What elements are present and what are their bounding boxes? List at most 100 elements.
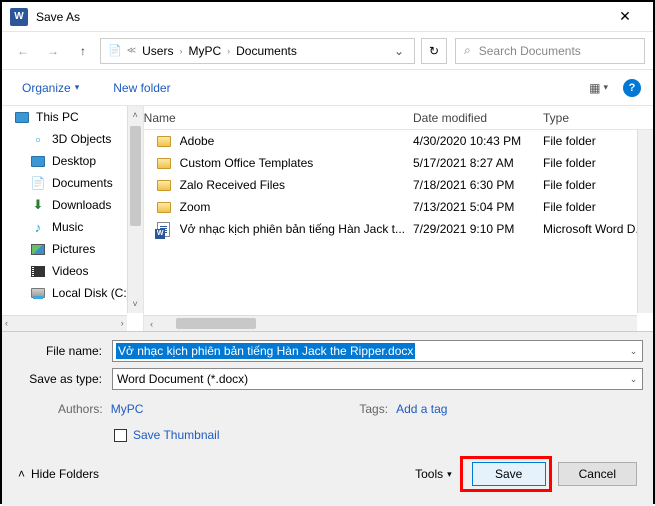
sidebar-pictures[interactable]: Pictures [2, 238, 143, 260]
new-folder-button[interactable]: New folder [105, 77, 178, 99]
music-icon: ♪ [30, 219, 46, 235]
sidebar-music[interactable]: ♪Music [2, 216, 143, 238]
folder-icon [157, 136, 171, 147]
filename-dropdown-icon[interactable]: ⌄ [624, 346, 642, 357]
search-placeholder: Search Documents [479, 44, 581, 58]
breadcrumb-dropdown-icon[interactable]: ⌄ [388, 44, 410, 58]
up-icon[interactable]: ↑ [70, 38, 96, 64]
file-date: 5/17/2021 8:27 AM [413, 156, 543, 170]
desktop-icon [31, 156, 45, 167]
hscroll-thumb[interactable] [176, 318, 256, 329]
chevron-icon: ≪ [127, 45, 136, 56]
save-button[interactable]: Save [472, 462, 546, 486]
folder-path-icon: 📄 [105, 44, 125, 57]
help-icon[interactable]: ? [623, 79, 641, 97]
authors-value[interactable]: MyPC [111, 402, 144, 416]
savetype-label: Save as type: [12, 372, 112, 386]
sidebar-3d-objects[interactable]: ▫3D Objects [2, 128, 143, 150]
dropdown-icon: ▾ [447, 469, 452, 480]
word-app-icon: W [10, 8, 28, 26]
breadcrumb-seg-documents[interactable]: Documents [232, 42, 301, 60]
close-icon[interactable]: ✕ [605, 2, 645, 32]
column-headers: Name Date modified Type [144, 106, 653, 130]
file-date: 7/18/2021 6:30 PM [413, 178, 543, 192]
refresh-icon[interactable]: ↻ [421, 38, 447, 64]
scroll-right-icon[interactable]: › [121, 318, 124, 328]
cancel-button[interactable]: Cancel [558, 462, 637, 486]
search-input[interactable]: ⌕ Search Documents [455, 38, 645, 64]
authors-label: Authors: [58, 402, 103, 416]
save-highlight: Save [460, 456, 552, 492]
sidebar-scrollbar[interactable]: ˄ ˅ [127, 106, 143, 313]
col-date-header[interactable]: Date modified [413, 107, 543, 129]
sidebar: This PC ▫3D Objects Desktop 📄Documents ⬇… [2, 106, 144, 331]
sidebar-videos[interactable]: Videos [2, 260, 143, 282]
save-thumbnail-label[interactable]: Save Thumbnail [133, 428, 220, 442]
col-type-header[interactable]: Type [543, 107, 653, 129]
titlebar: W Save As ✕ [2, 2, 653, 32]
hide-folders-button[interactable]: ˄ Hide Folders [18, 467, 99, 481]
chevron-right-icon: › [227, 46, 230, 56]
sidebar-desktop[interactable]: Desktop [2, 150, 143, 172]
scroll-up-icon[interactable]: ˄ [128, 106, 143, 124]
3d-objects-icon: ▫ [30, 131, 46, 147]
videos-icon [31, 266, 45, 277]
savetype-field[interactable]: Word Document (*.docx) ⌄ [112, 368, 643, 390]
chevron-right-icon: › [179, 46, 182, 56]
content-hscrollbar[interactable]: ‹ [144, 315, 637, 331]
file-row[interactable]: Adobe4/30/2020 10:43 PMFile folder [144, 130, 653, 152]
main-area: This PC ▫3D Objects Desktop 📄Documents ⬇… [2, 106, 653, 331]
folder-icon [157, 180, 171, 191]
scroll-down-icon[interactable]: ˅ [128, 295, 143, 313]
back-icon[interactable]: ← [10, 38, 36, 64]
col-name-header[interactable]: Name [144, 107, 413, 129]
downloads-icon: ⬇ [30, 197, 46, 213]
scroll-left-icon[interactable]: ‹ [5, 318, 8, 328]
file-name: Zoom [180, 200, 413, 214]
view-icon: ▦ [589, 81, 600, 95]
file-name: Vở nhạc kịch phiên bản tiếng Hàn Jack t.… [180, 222, 413, 236]
drive-icon [31, 288, 45, 298]
save-thumbnail-checkbox[interactable] [114, 429, 127, 442]
savetype-dropdown-icon[interactable]: ⌄ [624, 374, 642, 385]
file-row[interactable]: Zalo Received Files7/18/2021 6:30 PMFile… [144, 174, 653, 196]
sidebar-local-disk[interactable]: Local Disk (C:) [2, 282, 143, 304]
file-list: Name Date modified Type Adobe4/30/2020 1… [144, 106, 653, 331]
content-scrollbar[interactable] [637, 130, 653, 313]
file-row[interactable]: Custom Office Templates5/17/2021 8:27 AM… [144, 152, 653, 174]
file-date: 7/29/2021 9:10 PM [413, 222, 543, 236]
sidebar-downloads[interactable]: ⬇Downloads [2, 194, 143, 216]
file-name: Custom Office Templates [180, 156, 413, 170]
scroll-left-icon[interactable]: ‹ [144, 316, 160, 331]
toolbar: Organize▾ New folder ▦▾ ? [2, 70, 653, 106]
sidebar-this-pc[interactable]: This PC [2, 106, 143, 128]
breadcrumb-seg-mypc[interactable]: MyPC [184, 42, 225, 60]
folder-icon [157, 158, 171, 169]
filename-label: File name: [12, 344, 112, 358]
sidebar-hscrollbar[interactable]: ‹ › [2, 315, 127, 331]
dropdown-icon: ▾ [75, 82, 80, 93]
nav-bar: ← → ↑ 📄 ≪ Users › MyPC › Documents ⌄ ↻ ⌕… [2, 32, 653, 70]
filename-field[interactable]: Vở nhạc kịch phiên bản tiếng Hàn Jack th… [112, 340, 643, 362]
filename-value[interactable]: Vở nhạc kịch phiên bản tiếng Hàn Jack th… [116, 343, 415, 359]
pictures-icon [31, 244, 45, 255]
file-row[interactable]: Zoom7/13/2021 5:04 PMFile folder [144, 196, 653, 218]
bottom-panel: File name: Vở nhạc kịch phiên bản tiếng … [2, 331, 653, 506]
file-row[interactable]: Vở nhạc kịch phiên bản tiếng Hàn Jack t.… [144, 218, 653, 240]
file-date: 7/13/2021 5:04 PM [413, 200, 543, 214]
breadcrumb[interactable]: 📄 ≪ Users › MyPC › Documents ⌄ [100, 38, 415, 64]
view-options-button[interactable]: ▦▾ [584, 79, 613, 97]
folder-icon [157, 202, 171, 213]
tags-label: Tags: [359, 402, 388, 416]
sidebar-documents[interactable]: 📄Documents [2, 172, 143, 194]
tags-value[interactable]: Add a tag [396, 402, 447, 416]
breadcrumb-seg-users[interactable]: Users [138, 42, 177, 60]
file-name: Adobe [180, 134, 413, 148]
window-title: Save As [36, 10, 605, 24]
savetype-value: Word Document (*.docx) [113, 372, 248, 386]
word-doc-icon [157, 222, 170, 237]
tools-button[interactable]: Tools▾ [415, 467, 452, 481]
chevron-up-icon: ˄ [18, 467, 25, 481]
organize-button[interactable]: Organize▾ [14, 77, 87, 99]
search-icon: ⌕ [464, 43, 471, 58]
